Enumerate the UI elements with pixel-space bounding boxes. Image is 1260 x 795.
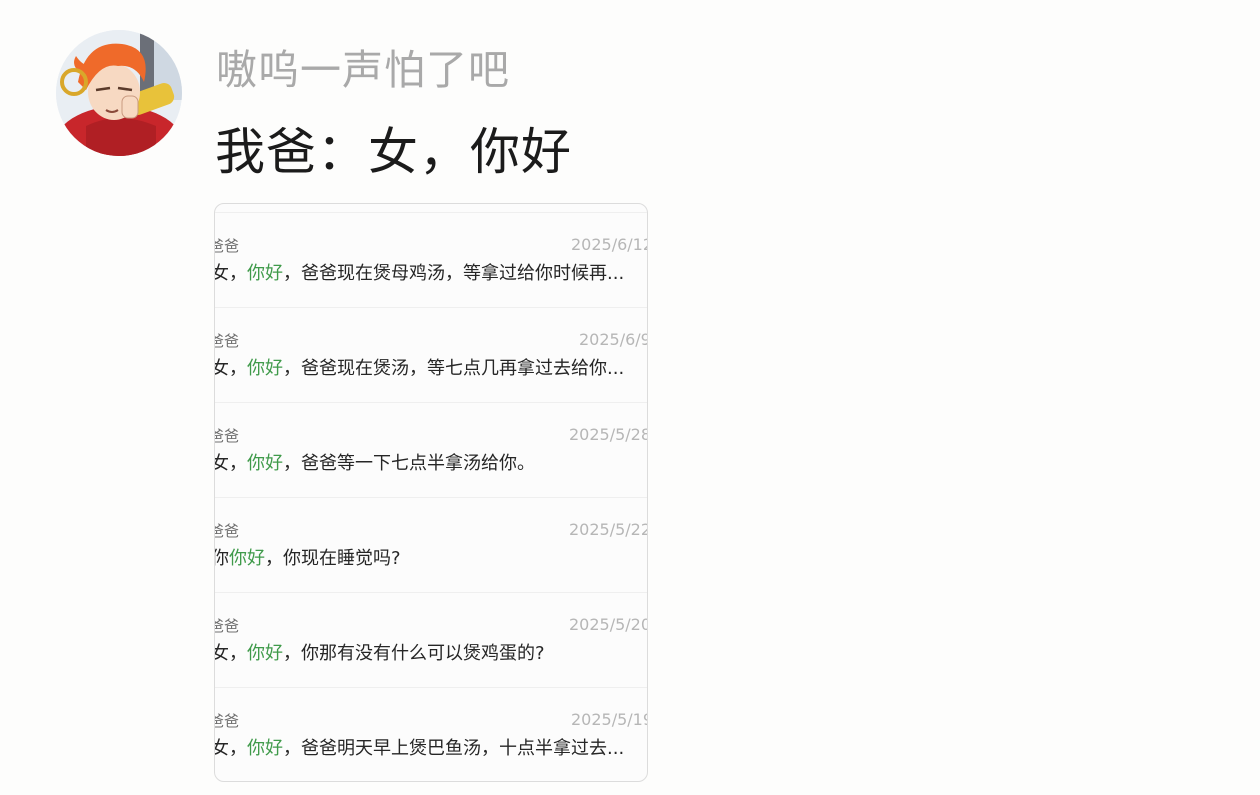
message-date: 2025/5/28 [569, 425, 648, 444]
preview-prefix: 女， [214, 358, 247, 379]
preview-rest: ，爸爸明天早上煲巴鱼汤，十点半拿过去... [283, 738, 625, 759]
message-sender: 爸爸 [215, 522, 240, 540]
message-preview: 女，你好，爸爸现在煲母鸡汤，等拿过给你时候再... [214, 259, 625, 285]
avatar-image [56, 30, 182, 156]
preview-highlight: 你好 [247, 358, 283, 379]
message-sender: 爸爸 [215, 332, 240, 350]
preview-rest: ，爸爸等一下七点半拿汤给你。 [283, 453, 535, 474]
preview-highlight: 你好 [247, 738, 283, 759]
preview-prefix: 女， [214, 643, 247, 664]
message-sender: 爸爸 [215, 237, 240, 255]
message-row[interactable]: 爸爸 2025/6/12 女，你好，爸爸现在煲母鸡汤，等拿过给你时候再... [215, 212, 647, 307]
message-row[interactable]: 爸爸 2025/5/22 你你好，你现在睡觉吗? [215, 497, 647, 592]
message-preview: 你你好，你现在睡觉吗? [215, 544, 401, 570]
post-text: 我爸：女，你好 [215, 123, 572, 181]
message-preview: 女，你好，爸爸现在煲汤，等七点几再拿过去给你... [214, 354, 625, 380]
message-date: 2025/5/20 [569, 615, 648, 634]
message-date: 2025/6/9 [579, 330, 648, 349]
avatar[interactable] [56, 30, 182, 156]
preview-prefix: 女， [214, 263, 247, 284]
preview-highlight: 你好 [247, 263, 283, 284]
post-page: 嗷呜一声怕了吧 我爸：女，你好 爸爸 2025/6/12 女，你好，爸爸现在煲母… [0, 0, 1260, 795]
message-row[interactable]: 爸爸 2025/5/19 女，你好，爸爸明天早上煲巴鱼汤，十点半拿过去... [215, 687, 647, 775]
preview-rest: ，你那有没有什么可以煲鸡蛋的? [283, 643, 545, 664]
message-row[interactable]: 爸爸 2025/6/9 女，你好，爸爸现在煲汤，等七点几再拿过去给你... [215, 307, 647, 402]
message-preview: 女，你好，爸爸等一下七点半拿汤给你。 [214, 449, 535, 475]
embedded-screenshot[interactable]: 爸爸 2025/6/12 女，你好，爸爸现在煲母鸡汤，等拿过给你时候再... 爸… [214, 203, 648, 782]
preview-prefix: 你 [215, 548, 229, 569]
preview-prefix: 女， [214, 738, 247, 759]
message-preview: 女，你好，爸爸明天早上煲巴鱼汤，十点半拿过去... [214, 734, 625, 760]
message-list: 爸爸 2025/6/12 女，你好，爸爸现在煲母鸡汤，等拿过给你时候再... 爸… [215, 212, 647, 775]
preview-rest: ，你现在睡觉吗? [265, 548, 401, 569]
message-preview: 女，你好，你那有没有什么可以煲鸡蛋的? [214, 639, 545, 665]
message-sender: 爸爸 [215, 427, 240, 445]
message-sender: 爸爸 [215, 617, 240, 635]
message-sender: 爸爸 [215, 712, 240, 730]
preview-rest: ，爸爸现在煲汤，等七点几再拿过去给你... [283, 358, 625, 379]
username[interactable]: 嗷呜一声怕了吧 [216, 36, 510, 96]
preview-rest: ，爸爸现在煲母鸡汤，等拿过给你时候再... [283, 263, 625, 284]
message-date: 2025/5/19 [571, 710, 648, 729]
preview-highlight: 你好 [247, 643, 283, 664]
message-row[interactable]: 爸爸 2025/5/20 女，你好，你那有没有什么可以煲鸡蛋的? [215, 592, 647, 687]
message-row[interactable]: 爸爸 2025/5/28 女，你好，爸爸等一下七点半拿汤给你。 [215, 402, 647, 497]
preview-highlight: 你好 [247, 453, 283, 474]
preview-prefix: 女， [214, 453, 247, 474]
message-date: 2025/5/22 [569, 520, 648, 539]
message-date: 2025/6/12 [571, 235, 648, 254]
preview-highlight: 你好 [229, 548, 265, 569]
